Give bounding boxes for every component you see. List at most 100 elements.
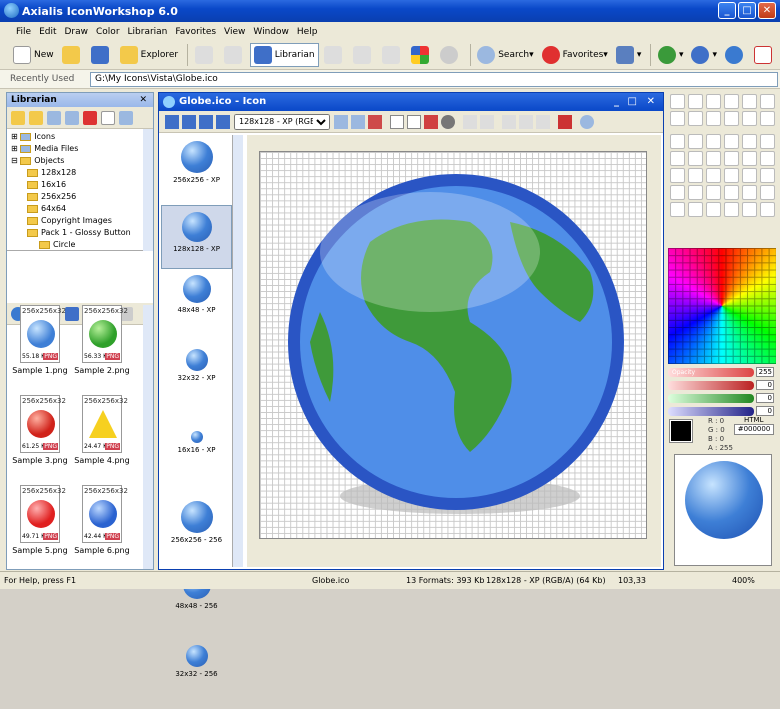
items-scrollbar[interactable] [143, 305, 153, 569]
palette-tool-icon[interactable] [760, 202, 775, 217]
fill-style-icon[interactable] [742, 168, 757, 183]
fill-style-icon[interactable] [760, 168, 775, 183]
undo-icon[interactable] [463, 114, 477, 129]
format-list-scrollbar[interactable] [233, 135, 243, 567]
select-tool-icon[interactable] [670, 94, 685, 109]
search-button[interactable]: Search ▾ [474, 43, 536, 67]
rounded-rect-tool-icon[interactable] [706, 111, 721, 126]
polygon-tool-icon[interactable] [760, 111, 775, 126]
doc-minimize-button[interactable]: _ [614, 93, 619, 111]
explorer-button[interactable]: Explorer [117, 43, 181, 67]
new-button[interactable]: New [10, 43, 57, 67]
format-item[interactable]: 48x48 - XP [161, 275, 232, 339]
brush-size-icon[interactable] [760, 134, 775, 149]
format-item-selected[interactable]: 128x128 - XP [161, 205, 232, 269]
fill-style-icon[interactable] [688, 168, 703, 183]
settings-button[interactable] [437, 43, 464, 67]
favorites-button[interactable]: Favorites ▾ [539, 43, 611, 67]
ellipse-tool-icon[interactable] [724, 111, 739, 126]
menu-color[interactable]: Color [92, 27, 124, 37]
brush-size-icon[interactable] [724, 134, 739, 149]
effect-icon[interactable] [742, 185, 757, 200]
format-item[interactable]: 32x32 - XP [161, 349, 232, 413]
tree-item[interactable]: ⊟ Objects [11, 155, 153, 167]
remove-format-icon[interactable] [351, 114, 365, 129]
fill-style-icon[interactable] [706, 168, 721, 183]
brush-size-icon[interactable] [742, 134, 757, 149]
monitor-button[interactable]: ▾ [613, 43, 645, 67]
opacity-value[interactable]: 255 [756, 367, 774, 377]
color-palette[interactable] [668, 248, 776, 364]
cut-icon[interactable] [502, 114, 516, 129]
undo-button[interactable] [192, 43, 219, 67]
tree-item[interactable]: 16x16 [11, 179, 153, 191]
palette-tool-icon[interactable] [706, 202, 721, 217]
menu-favorites[interactable]: Favorites [171, 27, 220, 37]
text-tool-icon[interactable] [724, 185, 739, 200]
menu-draw[interactable]: Draw [61, 27, 93, 37]
add-format-icon[interactable] [334, 114, 348, 129]
effect-icon[interactable] [706, 185, 721, 200]
format-icon[interactable] [216, 114, 230, 129]
fill-style-icon[interactable] [724, 168, 739, 183]
format-item[interactable]: 256x256 - 256 [161, 501, 232, 565]
menu-librarian[interactable]: Librarian [124, 27, 172, 37]
brush-size-icon[interactable] [670, 151, 685, 166]
find-icon[interactable] [119, 110, 133, 125]
delete-icon[interactable] [83, 110, 97, 125]
mask-icon[interactable] [441, 114, 455, 129]
cut-button[interactable] [321, 43, 348, 67]
save-button[interactable] [88, 43, 115, 67]
effect-icon[interactable] [670, 185, 685, 200]
register-button[interactable] [751, 43, 778, 67]
brush-size-icon[interactable] [724, 151, 739, 166]
maximize-button[interactable]: □ [738, 2, 756, 19]
doc-close-button[interactable]: ✕ [647, 93, 655, 111]
format-item[interactable]: 16x16 - XP [161, 431, 232, 495]
brush-size-icon[interactable] [688, 151, 703, 166]
tree-item[interactable]: Pack 1 - Glossy Button [11, 227, 153, 239]
redo-icon[interactable] [480, 114, 494, 129]
palette-tool-icon[interactable] [688, 202, 703, 217]
web-button[interactable]: ▾ [655, 43, 687, 67]
palette-tool-icon[interactable] [724, 202, 739, 217]
menu-window[interactable]: Window [249, 27, 293, 37]
import-icon[interactable] [47, 110, 61, 125]
tree-item[interactable]: Circle [11, 239, 153, 250]
save-icon[interactable] [165, 114, 179, 129]
save-as-icon[interactable] [182, 114, 196, 129]
format-select[interactable]: 128x128 - XP (RGB/A) [234, 113, 330, 130]
menu-edit[interactable]: Edit [35, 27, 60, 37]
brush-size-icon[interactable] [670, 134, 685, 149]
redo-button[interactable] [221, 43, 248, 67]
open-button[interactable] [59, 43, 86, 67]
copy-button[interactable] [350, 43, 377, 67]
new-folder-icon[interactable] [29, 110, 43, 125]
grid-large-icon[interactable] [407, 114, 421, 129]
pixel-grid-canvas[interactable] [259, 151, 647, 539]
fill-tool-icon[interactable] [760, 94, 775, 109]
pencil-tool-icon[interactable] [724, 94, 739, 109]
brush-size-icon[interactable] [688, 134, 703, 149]
effect-icon[interactable] [760, 185, 775, 200]
library-item[interactable]: 256x256x32 55.18 Kb PNG Sample 1.png [9, 305, 71, 375]
format-item[interactable]: 256x256 - XP [161, 141, 232, 205]
library-item[interactable]: 256x256x32 61.25 Kb PNG Sample 3.png [9, 395, 71, 465]
green-slider[interactable] [668, 394, 754, 403]
blue-value[interactable]: 0 [756, 406, 774, 416]
windows-button[interactable] [408, 43, 435, 67]
tree-item[interactable]: ⊞ Media Files [11, 143, 153, 155]
help-button[interactable]: ▾ [688, 43, 720, 67]
update-button[interactable] [722, 43, 749, 67]
menu-view[interactable]: View [220, 27, 249, 37]
path-field[interactable]: G:\My Icons\Vista\Globe.ico [90, 72, 778, 87]
tree-item[interactable]: ⊞ Icons [11, 131, 153, 143]
blue-slider[interactable] [668, 407, 754, 416]
opacity-slider[interactable]: Opacity [668, 368, 754, 377]
rect-tool-icon[interactable] [688, 111, 703, 126]
transparency-icon[interactable] [424, 114, 438, 129]
paste-icon[interactable] [536, 114, 550, 129]
export-icon[interactable] [199, 114, 213, 129]
doc-maximize-button[interactable]: □ [628, 93, 637, 111]
picker-tool-icon[interactable] [688, 94, 703, 109]
